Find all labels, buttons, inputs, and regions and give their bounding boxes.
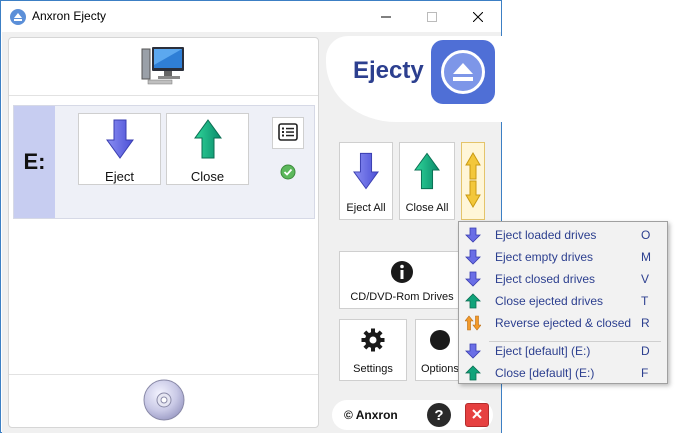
computer-icon bbox=[140, 45, 188, 88]
drive-letter-label: E: bbox=[14, 106, 55, 218]
gear-icon bbox=[361, 328, 385, 355]
menu-item-shortcut: F bbox=[641, 366, 649, 380]
exit-button[interactable] bbox=[465, 403, 489, 427]
brand-title: Ejecty bbox=[353, 57, 424, 84]
menu-toggle-button[interactable] bbox=[461, 142, 485, 220]
menu-item-shortcut: V bbox=[641, 272, 650, 286]
close-all-arrow-icon bbox=[414, 151, 440, 194]
eject-all-label: Eject All bbox=[346, 202, 386, 214]
eject-arrow-icon bbox=[465, 249, 481, 265]
minimize-button[interactable] bbox=[363, 1, 409, 32]
help-button[interactable]: ? bbox=[427, 403, 451, 427]
menu-item-shortcut: D bbox=[641, 344, 650, 358]
computer-header bbox=[9, 38, 318, 96]
menu-item-close-default[interactable]: Close [default] (E:) F bbox=[461, 362, 666, 384]
close-icon bbox=[472, 408, 482, 422]
footer-bar: © Anxron ? bbox=[332, 400, 493, 430]
eject-drive-button[interactable]: Eject bbox=[78, 113, 161, 185]
menu-item-eject-loaded[interactable]: Eject loaded drives O bbox=[461, 224, 666, 246]
maximize-button[interactable] bbox=[409, 1, 455, 32]
up-down-arrows-icon bbox=[465, 151, 481, 212]
menu-item-eject-empty[interactable]: Eject empty drives M bbox=[461, 246, 666, 268]
drives-panel: E: Eject Close bbox=[8, 37, 319, 428]
menu-item-shortcut: R bbox=[641, 316, 650, 330]
brand-eject-logo bbox=[431, 40, 495, 104]
drive-row: E: Eject Close bbox=[13, 105, 315, 219]
close-arrow-icon bbox=[193, 118, 222, 163]
cd-drives-label: CD/DVD-Rom Drives bbox=[350, 291, 454, 303]
menu-item-eject-default[interactable]: Eject [default] (E:) D bbox=[461, 340, 666, 362]
close-arrow-icon bbox=[465, 365, 481, 381]
eject-logo-icon bbox=[441, 50, 485, 94]
options-icon bbox=[428, 328, 452, 355]
menu-item-label: Eject closed drives bbox=[495, 272, 596, 286]
close-arrow-icon bbox=[465, 293, 481, 309]
info-icon bbox=[390, 260, 414, 287]
drive-menu-button[interactable] bbox=[272, 117, 304, 149]
close-window-button[interactable] bbox=[455, 1, 501, 32]
eject-all-arrow-icon bbox=[353, 151, 379, 194]
reverse-arrows-icon bbox=[464, 315, 482, 331]
client-area: E: Eject Close Ejecty Eject All Close Al… bbox=[2, 32, 502, 433]
eject-arrow-icon bbox=[465, 227, 481, 243]
menu-item-reverse[interactable]: Reverse ejected & closed R bbox=[461, 312, 666, 334]
app-window: Anxron Ejecty E: Eject Close Ejecty Ejec… bbox=[0, 0, 502, 433]
menu-item-shortcut: O bbox=[641, 228, 651, 242]
settings-button[interactable]: Settings bbox=[339, 319, 407, 381]
menu-item-eject-closed[interactable]: Eject closed drives V bbox=[461, 268, 666, 290]
eject-app-icon bbox=[10, 9, 26, 25]
menu-item-label: Eject [default] (E:) bbox=[495, 344, 591, 358]
menu-item-close-ejected[interactable]: Close ejected drives T bbox=[461, 290, 666, 312]
eject-arrow-icon bbox=[465, 343, 481, 359]
menu-item-shortcut: T bbox=[641, 294, 649, 308]
eject-arrow-icon bbox=[465, 271, 481, 287]
disc-area bbox=[9, 374, 318, 427]
eject-arrow-icon bbox=[105, 118, 134, 163]
settings-label: Settings bbox=[353, 363, 393, 375]
menu-item-label: Close [default] (E:) bbox=[495, 366, 595, 380]
footer-brand: © Anxron bbox=[344, 408, 398, 422]
cd-drives-button[interactable]: CD/DVD-Rom Drives bbox=[339, 251, 465, 309]
menu-item-label: Eject loaded drives bbox=[495, 228, 597, 242]
brand-card: Ejecty bbox=[326, 36, 502, 122]
close-drive-label: Close bbox=[190, 169, 225, 184]
menu-item-label: Reverse ejected & closed bbox=[495, 316, 632, 330]
menu-item-label: Eject empty drives bbox=[495, 250, 594, 264]
close-all-button[interactable]: Close All bbox=[399, 142, 455, 220]
eject-options-menu: Eject loaded drives O Eject empty drives… bbox=[458, 221, 668, 384]
check-status-icon bbox=[280, 164, 296, 180]
eject-drive-label: Eject bbox=[105, 169, 134, 184]
cd-disc-icon[interactable] bbox=[142, 378, 186, 425]
menu-item-shortcut: M bbox=[641, 250, 651, 264]
menu-item-label: Close ejected drives bbox=[495, 294, 604, 308]
close-drive-button[interactable]: Close bbox=[166, 113, 249, 185]
list-icon bbox=[278, 122, 298, 144]
eject-all-button[interactable]: Eject All bbox=[339, 142, 393, 220]
close-all-label: Close All bbox=[405, 202, 449, 214]
window-title: Anxron Ejecty bbox=[32, 9, 107, 23]
title-bar: Anxron Ejecty bbox=[1, 1, 501, 32]
